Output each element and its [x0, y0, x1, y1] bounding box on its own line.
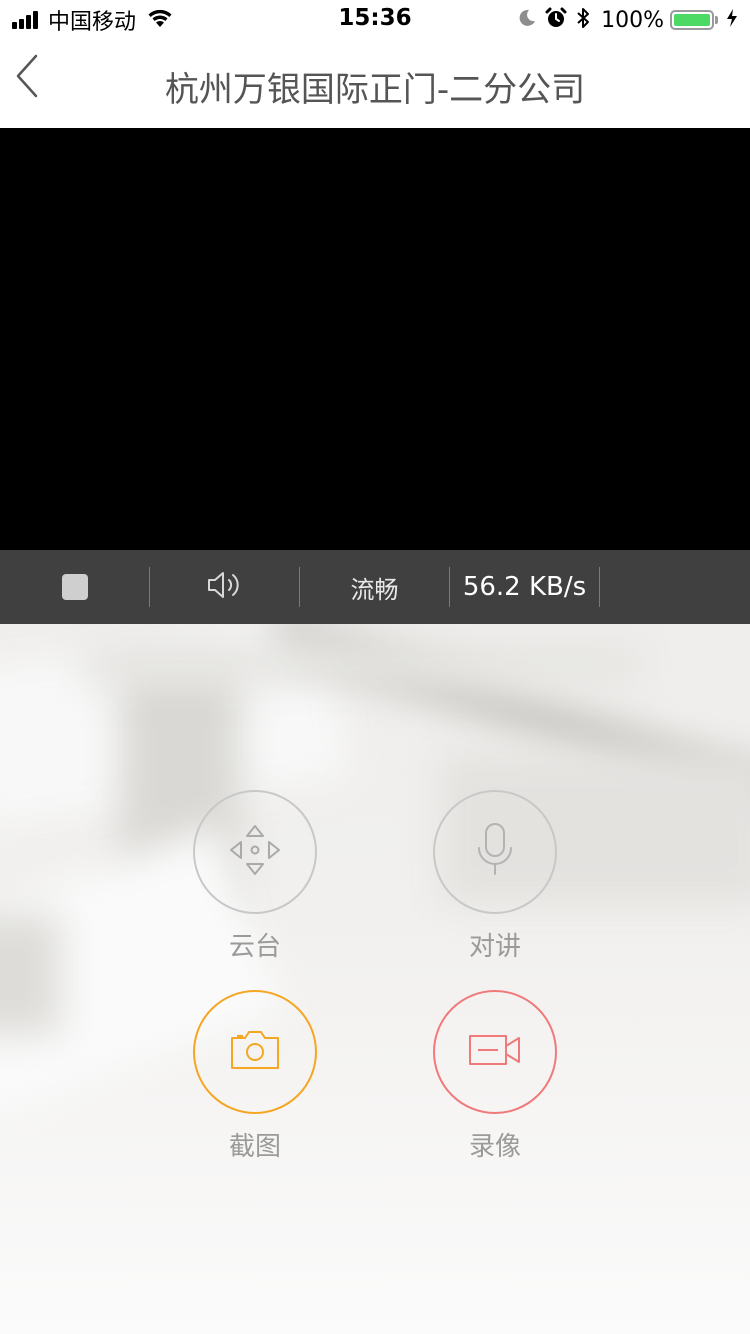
ptz-button[interactable]: 云台 [190, 790, 320, 963]
volume-icon [205, 569, 245, 605]
record-button[interactable]: 录像 [430, 990, 560, 1163]
microphone-icon [473, 820, 517, 884]
stop-icon [61, 574, 88, 600]
ptz-ring [193, 790, 317, 914]
battery-icon [670, 10, 714, 30]
status-right: 100% [509, 5, 738, 35]
player-control-bar: 流畅 56.2 KB/s [0, 550, 750, 624]
stop-button[interactable] [0, 567, 150, 607]
ptz-label: 云台 [228, 932, 281, 962]
moon-icon [517, 8, 537, 32]
ptz-direction-icon [225, 820, 285, 884]
talk-label: 对讲 [468, 932, 521, 962]
data-rate-value: 56.2 KB/s [462, 572, 587, 602]
video-record-icon [468, 1032, 522, 1072]
nav-bar: 杭州万银国际正门-二分公司 [0, 40, 750, 128]
control-panel: 云台 对讲 截图 录像 [0, 624, 750, 1334]
back-button[interactable] [8, 48, 58, 108]
battery-percent: 100% [601, 7, 664, 33]
bluetooth-icon [575, 6, 591, 34]
record-label: 录像 [468, 1132, 521, 1162]
camera-icon [229, 1028, 281, 1076]
background-blur [0, 914, 60, 1034]
video-player[interactable] [0, 128, 750, 550]
screenshot-button[interactable]: 截图 [190, 990, 320, 1163]
battery-cap [715, 16, 718, 24]
talk-ring [433, 790, 557, 914]
record-ring [433, 990, 557, 1114]
screenshot-label: 截图 [228, 1132, 281, 1162]
quality-label: 流畅 [350, 575, 399, 604]
data-rate-display: 56.2 KB/s [450, 567, 600, 607]
back-chevron-icon [8, 54, 48, 108]
talk-button[interactable]: 对讲 [430, 790, 560, 963]
quality-selector[interactable]: 流畅 [300, 567, 450, 607]
screenshot-ring [193, 990, 317, 1114]
charging-icon [726, 8, 738, 32]
page-title: 杭州万银国际正门-二分公司 [164, 70, 586, 110]
status-bar: 中国移动 15:36 100% [0, 0, 750, 40]
volume-button[interactable] [150, 567, 300, 607]
background-blur [80, 644, 640, 684]
alarm-icon [545, 7, 567, 33]
